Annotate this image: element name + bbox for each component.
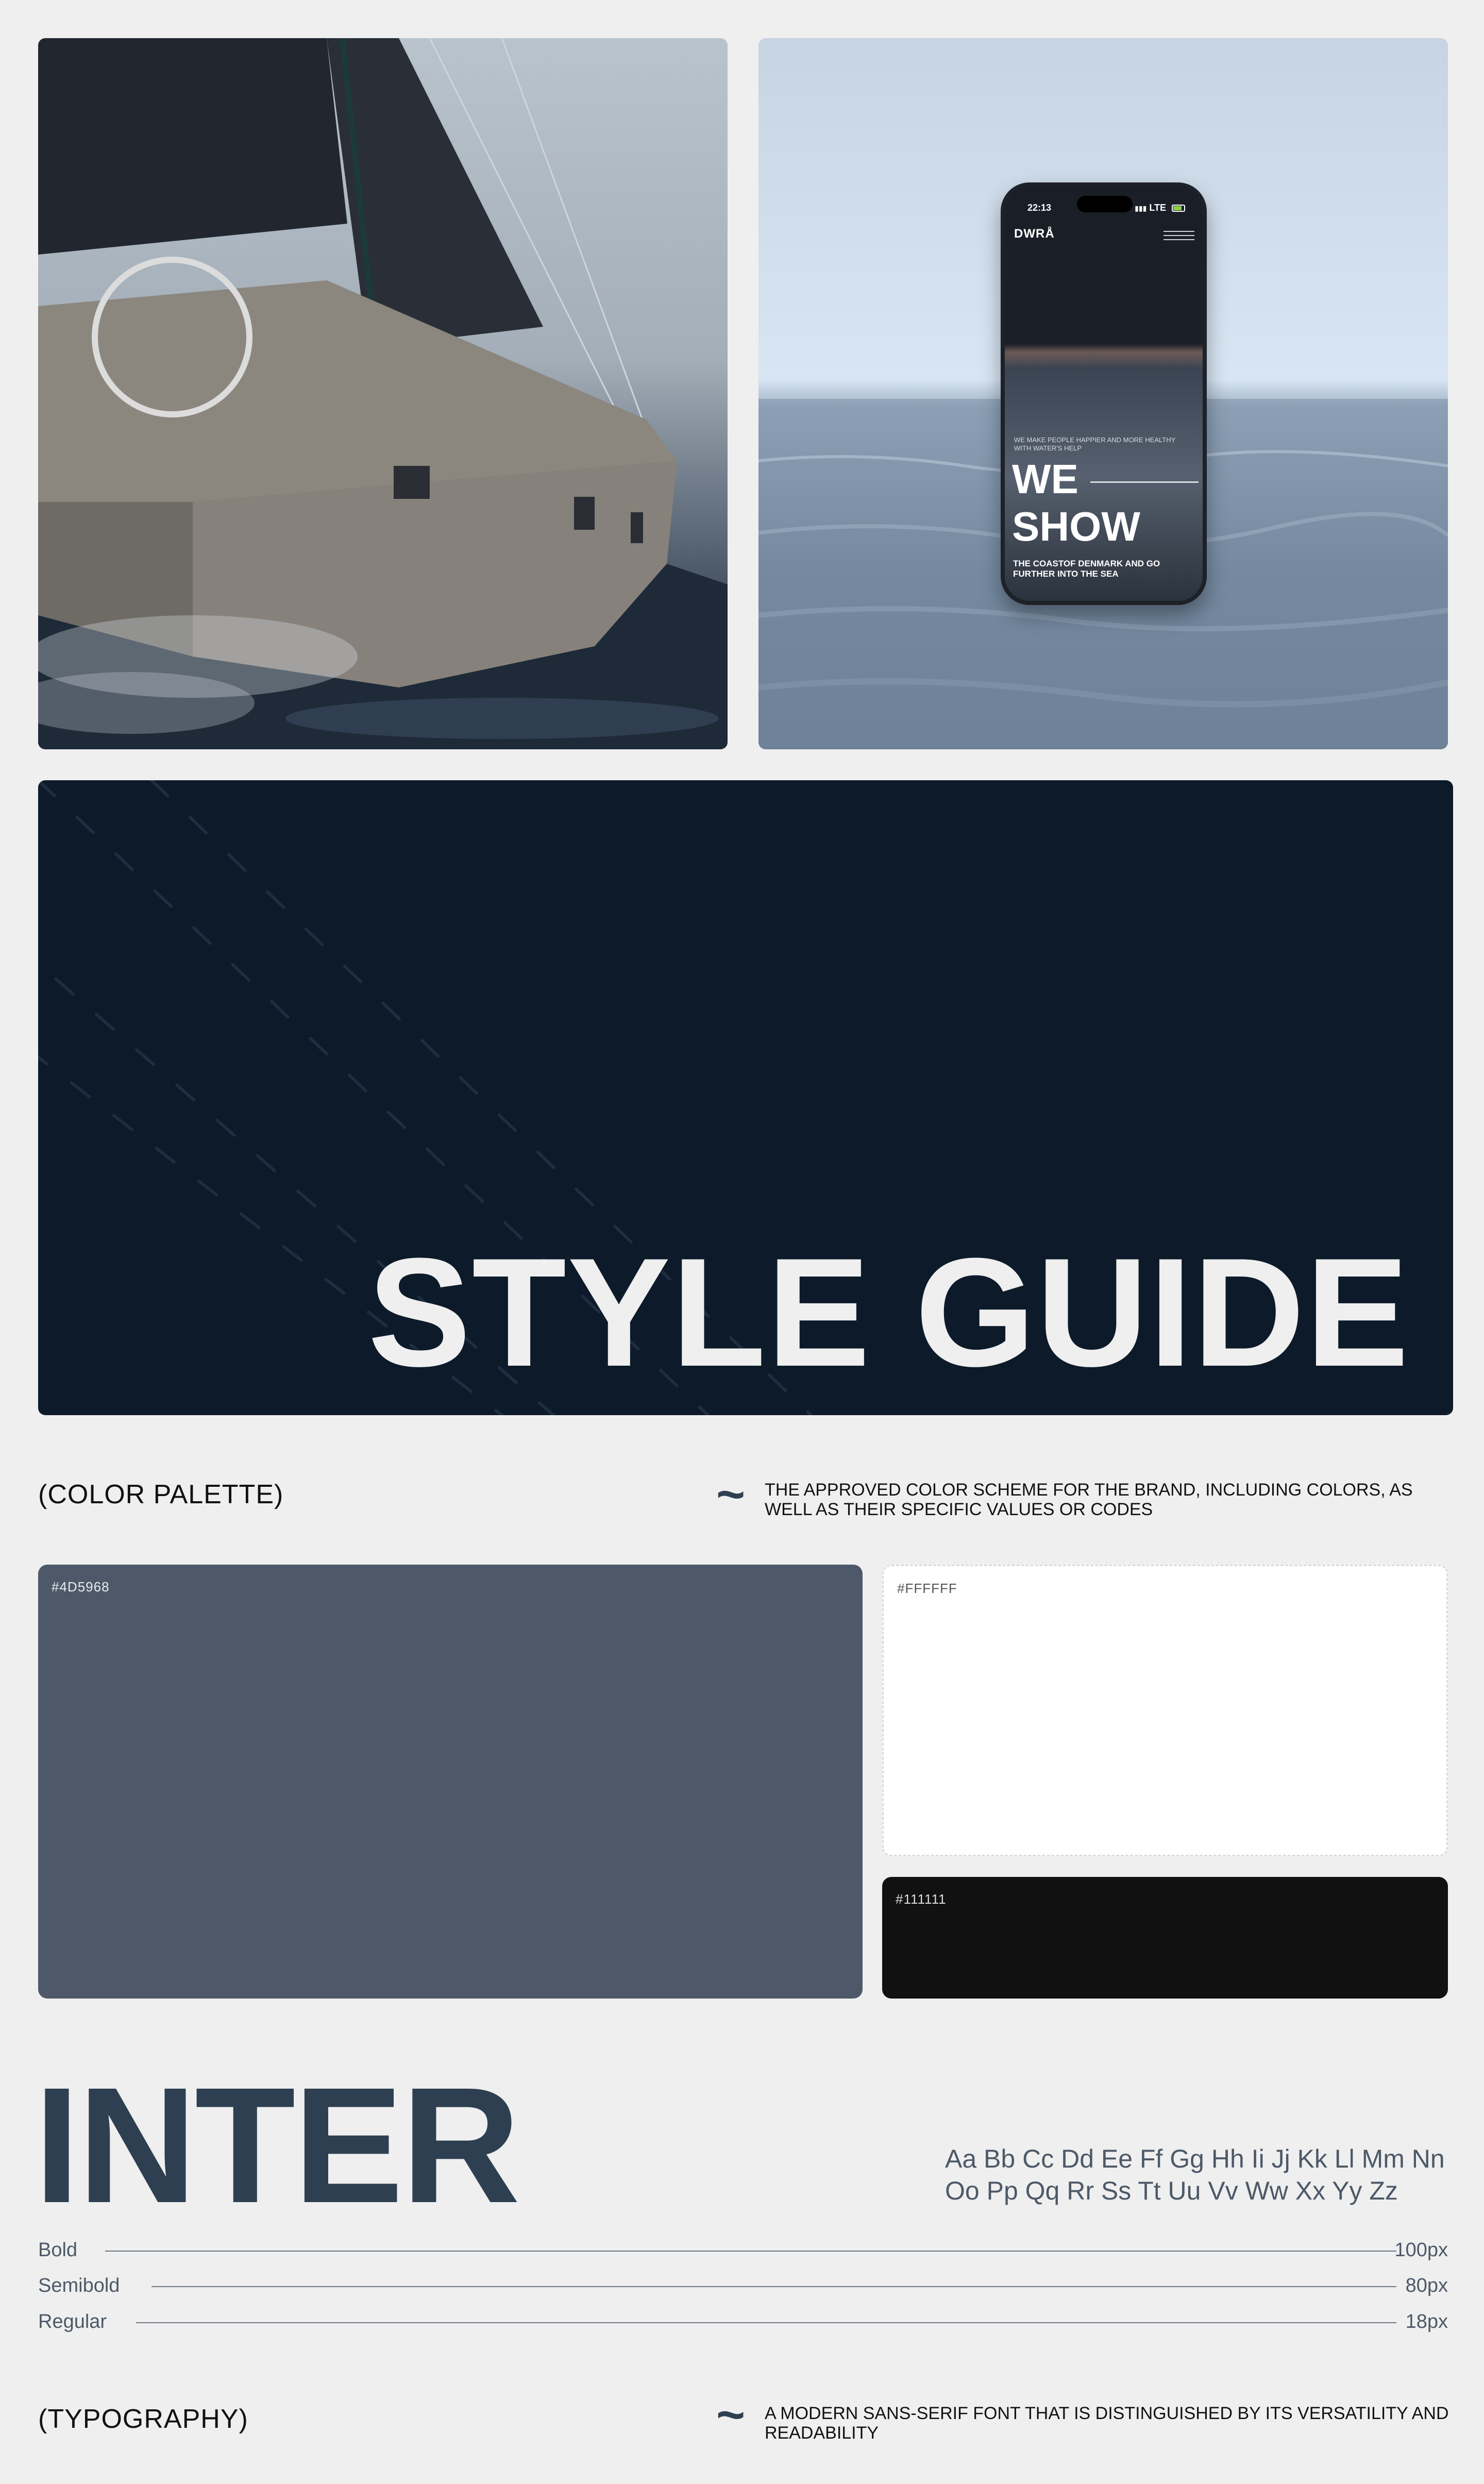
sailboat-illustration: [38, 38, 728, 749]
color-palette-label: (COLOR PALETTE): [38, 1480, 284, 1509]
weight-divider: [151, 2286, 1396, 2287]
alphabet-sample: Aa Bb Cc Dd Ee Ff Gg Hh Ii Jj Kk Ll Mm N…: [945, 2143, 1445, 2207]
swatch-code: #FFFFFF: [897, 1581, 957, 1596]
weight-row-semibold: Semibold 80px: [38, 2275, 1448, 2301]
weight-name: Regular: [38, 2311, 107, 2332]
swatch-black: #111111: [882, 1877, 1448, 1999]
weight-size: 100px: [1394, 2239, 1448, 2261]
phone-hero-line-2: SHOW: [1012, 503, 1140, 549]
weight-divider: [136, 2322, 1396, 2323]
network-label: LTE: [1149, 202, 1166, 213]
phone-hero-line-1: WE: [1012, 456, 1078, 502]
tilde-icon: ~: [716, 1467, 746, 1522]
phone-mockup-photo: 22:13 ▮▮▮ LTE DWRÅ WE MAKE PEOPLE HAPPIE…: [758, 38, 1448, 749]
font-name-display: INTER: [34, 2053, 520, 2237]
weight-size: 18px: [1405, 2311, 1448, 2332]
swatch-white: #FFFFFF: [882, 1565, 1448, 1856]
tilde-icon: ~: [716, 2387, 746, 2442]
phone-hero-title: WE SHOW: [1012, 456, 1140, 550]
weight-name: Semibold: [38, 2275, 120, 2296]
style-guide-banner: STYLE GUIDE: [38, 780, 1453, 1415]
weight-size: 80px: [1405, 2275, 1448, 2296]
phone-hero-divider: [1090, 481, 1199, 483]
typography-label: (TYPOGRAPHY): [38, 2404, 248, 2434]
typography-description: A MODERN SANS-SERIF FONT THAT IS DISTING…: [765, 2404, 1449, 2443]
swatch-code: #111111: [896, 1891, 947, 1907]
weight-divider: [105, 2251, 1396, 2252]
swatch-slate-blue: #4D5968: [38, 1565, 863, 1999]
phone-device: 22:13 ▮▮▮ LTE DWRÅ WE MAKE PEOPLE HAPPIE…: [1001, 182, 1207, 605]
signal-icon: ▮▮▮: [1135, 204, 1147, 212]
style-guide-title: STYLE GUIDE: [367, 1226, 1410, 1399]
phone-network: ▮▮▮ LTE: [1135, 203, 1185, 213]
phone-subtitle: THE COASTOF DENMARK AND GO FURTHER INTO …: [1013, 559, 1160, 579]
battery-icon: [1172, 204, 1185, 212]
weight-name: Bold: [38, 2239, 78, 2261]
weight-row-regular: Regular 18px: [38, 2311, 1448, 2337]
color-palette-description: THE APPROVED COLOR SCHEME FOR THE BRAND,…: [765, 1480, 1413, 1519]
alphabet-line-2: Oo Pp Qq Rr Ss Tt Uu Vv Ww Xx Yy Zz: [945, 2176, 1398, 2205]
hamburger-menu-icon[interactable]: [1163, 231, 1194, 242]
phone-tagline: WE MAKE PEOPLE HAPPIER AND MORE HEALTHY …: [1014, 436, 1176, 452]
phone-time: 22:13: [1027, 202, 1052, 213]
swatch-code: #4D5968: [52, 1579, 110, 1595]
phone-status-bar: 22:13 ▮▮▮ LTE: [1027, 200, 1185, 215]
weight-row-bold: Bold 100px: [38, 2239, 1448, 2265]
alphabet-line-1: Aa Bb Cc Dd Ee Ff Gg Hh Ii Jj Kk Ll Mm N…: [945, 2144, 1445, 2173]
phone-logo: DWRÅ: [1014, 227, 1055, 241]
sailboat-photo: [38, 38, 728, 749]
